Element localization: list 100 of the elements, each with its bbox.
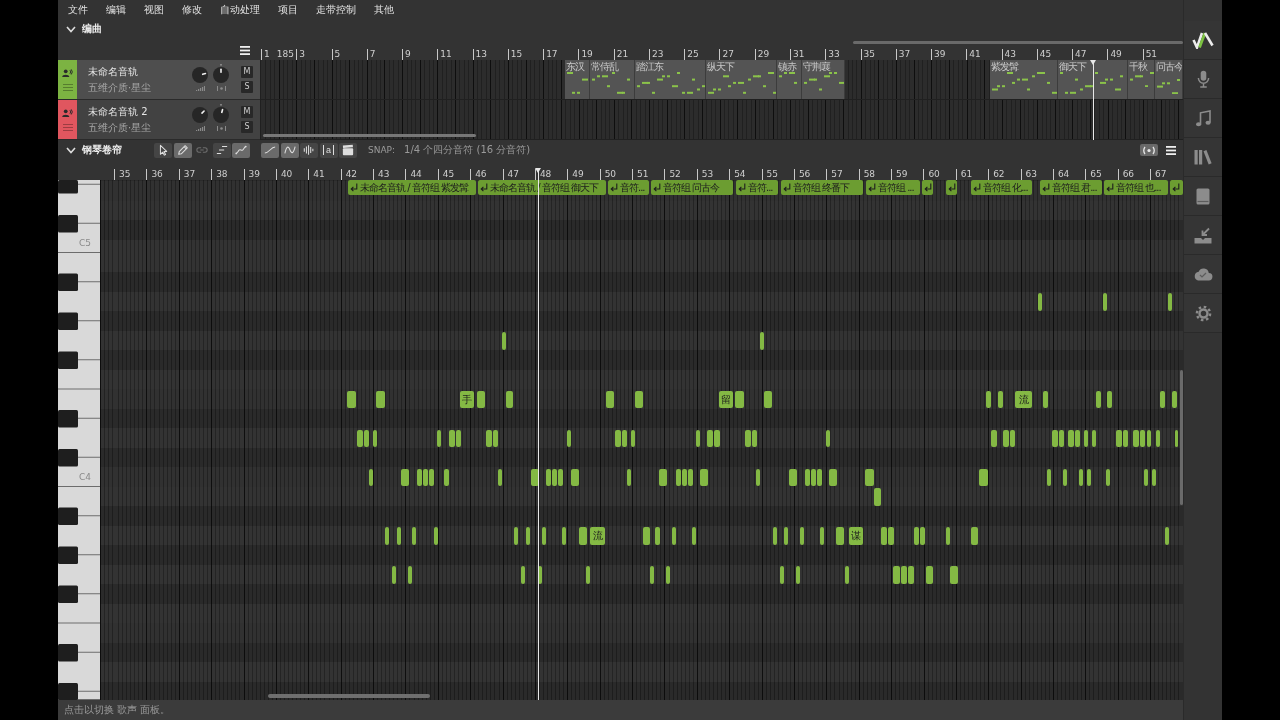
note-block[interactable] bbox=[998, 390, 1003, 408]
note-block[interactable]: 手 bbox=[460, 390, 474, 408]
note-block[interactable] bbox=[1133, 429, 1139, 447]
view-button[interactable] bbox=[280, 142, 299, 158]
note-block[interactable] bbox=[423, 468, 428, 486]
solo-button[interactable]: S bbox=[241, 81, 253, 93]
note-block[interactable]: 流 bbox=[590, 527, 605, 545]
note-block[interactable] bbox=[357, 429, 363, 447]
note-block[interactable] bbox=[811, 468, 816, 486]
note-group-tab[interactable]: 音符组 君... bbox=[1040, 180, 1102, 195]
view-button[interactable] bbox=[261, 142, 279, 158]
singer-name[interactable]: 五维介质·星尘 bbox=[88, 122, 152, 134]
note-block[interactable]: 流 bbox=[1015, 390, 1032, 408]
note-block[interactable] bbox=[707, 429, 713, 447]
note-block[interactable] bbox=[1123, 429, 1128, 447]
scrollbar-thumb[interactable] bbox=[853, 41, 1183, 44]
song-part[interactable]: 镇赤 bbox=[777, 60, 802, 99]
mute-button[interactable]: M bbox=[241, 106, 253, 118]
note-block[interactable] bbox=[865, 468, 874, 486]
song-part[interactable]: 千秋 bbox=[1128, 60, 1155, 99]
note-block[interactable] bbox=[688, 468, 693, 486]
note-block[interactable] bbox=[567, 429, 571, 447]
note-block[interactable] bbox=[1084, 429, 1088, 447]
menu-item[interactable]: 其他 bbox=[365, 3, 403, 17]
note-block[interactable] bbox=[449, 429, 455, 447]
menu-item[interactable]: 修改 bbox=[173, 3, 211, 17]
note-group-tab[interactable] bbox=[1170, 180, 1183, 195]
note-block[interactable] bbox=[444, 468, 449, 486]
note-block[interactable] bbox=[714, 429, 720, 447]
note-block[interactable] bbox=[789, 468, 797, 486]
note-block[interactable] bbox=[991, 429, 997, 447]
note-block[interactable] bbox=[477, 390, 485, 408]
note-block[interactable] bbox=[606, 390, 614, 408]
note-block[interactable] bbox=[1043, 390, 1048, 408]
note-block[interactable] bbox=[756, 468, 760, 486]
note-block[interactable] bbox=[829, 468, 837, 486]
note-block[interactable] bbox=[1116, 429, 1122, 447]
menu-item[interactable]: 文件 bbox=[59, 3, 97, 17]
song-part[interactable]: 紫发髯 bbox=[990, 60, 1058, 99]
note-group-tab[interactable]: 音符组 问古今 bbox=[651, 180, 733, 195]
note-block[interactable] bbox=[1059, 429, 1064, 447]
note-block[interactable] bbox=[1010, 429, 1015, 447]
note-block[interactable] bbox=[631, 429, 635, 447]
note-block[interactable] bbox=[700, 468, 708, 486]
note-group-tab[interactable]: 音符组 终番下 bbox=[781, 180, 863, 195]
note-block[interactable] bbox=[506, 390, 513, 408]
scrollbar-thumb[interactable] bbox=[1180, 370, 1183, 505]
tool-button[interactable] bbox=[173, 142, 192, 158]
note-block[interactable] bbox=[1152, 468, 1156, 486]
note-block[interactable] bbox=[622, 429, 627, 447]
note-block[interactable] bbox=[1096, 390, 1101, 408]
note-block[interactable] bbox=[1147, 429, 1151, 447]
view-toggle-button[interactable] bbox=[1140, 144, 1158, 156]
note-block[interactable] bbox=[1092, 429, 1096, 447]
snap-value[interactable]: 1/4 个四分音符 (16 分音符) bbox=[404, 143, 531, 157]
note-block[interactable] bbox=[369, 468, 373, 486]
note-block[interactable] bbox=[429, 468, 434, 486]
playhead[interactable] bbox=[535, 168, 542, 700]
note-block[interactable] bbox=[986, 390, 991, 408]
note-group-tab[interactable]: 音符组 ... bbox=[866, 180, 920, 195]
note-block[interactable] bbox=[456, 429, 461, 447]
note-block[interactable] bbox=[498, 468, 502, 486]
tool-button[interactable] bbox=[154, 142, 172, 158]
note-block[interactable] bbox=[1079, 468, 1083, 486]
note-block[interactable] bbox=[1063, 468, 1067, 486]
tool-button[interactable] bbox=[232, 142, 250, 158]
song-part[interactable]: 问古今 bbox=[1155, 60, 1183, 99]
volume-knob[interactable] bbox=[192, 64, 208, 83]
pan-knob[interactable] bbox=[213, 64, 229, 83]
track-header[interactable]: 未命名音轨 2 五维介质·星尘 M S bbox=[58, 100, 260, 140]
note-block[interactable] bbox=[417, 468, 422, 486]
note-block[interactable] bbox=[627, 468, 631, 486]
note-group-tab[interactable]: 未命名音轨 / 音符组 紫发髯 bbox=[348, 180, 476, 195]
tool-button[interactable] bbox=[212, 142, 231, 158]
note-block[interactable] bbox=[764, 390, 772, 408]
note-block[interactable] bbox=[826, 429, 830, 447]
note-group-tab[interactable]: 音符... bbox=[608, 180, 649, 195]
song-part[interactable]: 东汉 bbox=[565, 60, 590, 99]
mute-button[interactable]: M bbox=[241, 66, 253, 78]
menu-button[interactable] bbox=[1166, 145, 1176, 155]
note-block[interactable] bbox=[347, 390, 356, 408]
note-block[interactable] bbox=[1160, 390, 1165, 408]
note-block[interactable] bbox=[1156, 429, 1160, 447]
section-toggle[interactable]: 钢琴卷帘 bbox=[58, 140, 126, 160]
scrollbar-thumb[interactable] bbox=[263, 134, 476, 137]
note-block[interactable] bbox=[1175, 429, 1178, 447]
note-block[interactable] bbox=[364, 429, 369, 447]
note-block[interactable] bbox=[571, 468, 579, 486]
note-block[interactable] bbox=[437, 429, 441, 447]
note-group-tab[interactable] bbox=[946, 180, 957, 195]
playhead[interactable] bbox=[1090, 60, 1097, 140]
note-block[interactable] bbox=[552, 468, 557, 486]
volume-knob[interactable] bbox=[192, 104, 208, 123]
note-block[interactable] bbox=[735, 390, 744, 408]
song-part[interactable]: 纵天下 bbox=[706, 60, 777, 99]
note-block[interactable] bbox=[1075, 429, 1080, 447]
note-block[interactable] bbox=[376, 390, 385, 408]
menu-item[interactable]: 自动处理 bbox=[211, 3, 269, 17]
note-block[interactable]: 留 bbox=[719, 390, 733, 408]
note-block[interactable] bbox=[682, 468, 687, 486]
